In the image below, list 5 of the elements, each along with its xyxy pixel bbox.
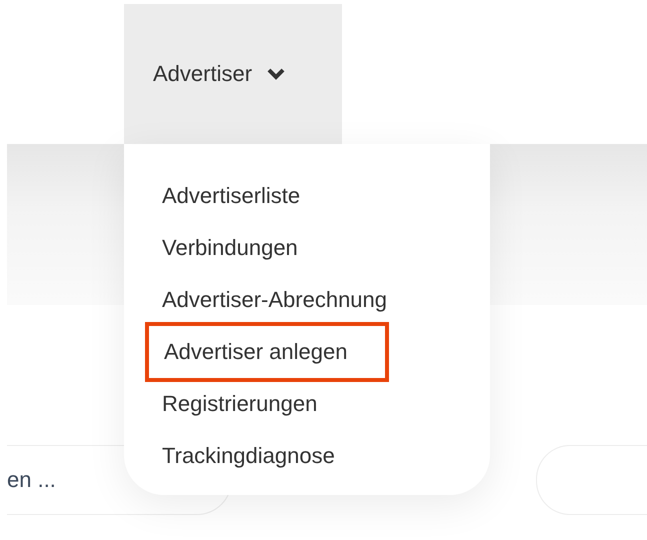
menu-item[interactable]: Advertiser anlegen	[145, 322, 390, 382]
nav-menu-button[interactable]: Advertiser	[124, 4, 342, 144]
menu-item[interactable]: Advertiserliste	[162, 170, 300, 222]
menu-item[interactable]: Verbindungen	[162, 222, 298, 274]
chevron-down-icon	[266, 67, 286, 81]
